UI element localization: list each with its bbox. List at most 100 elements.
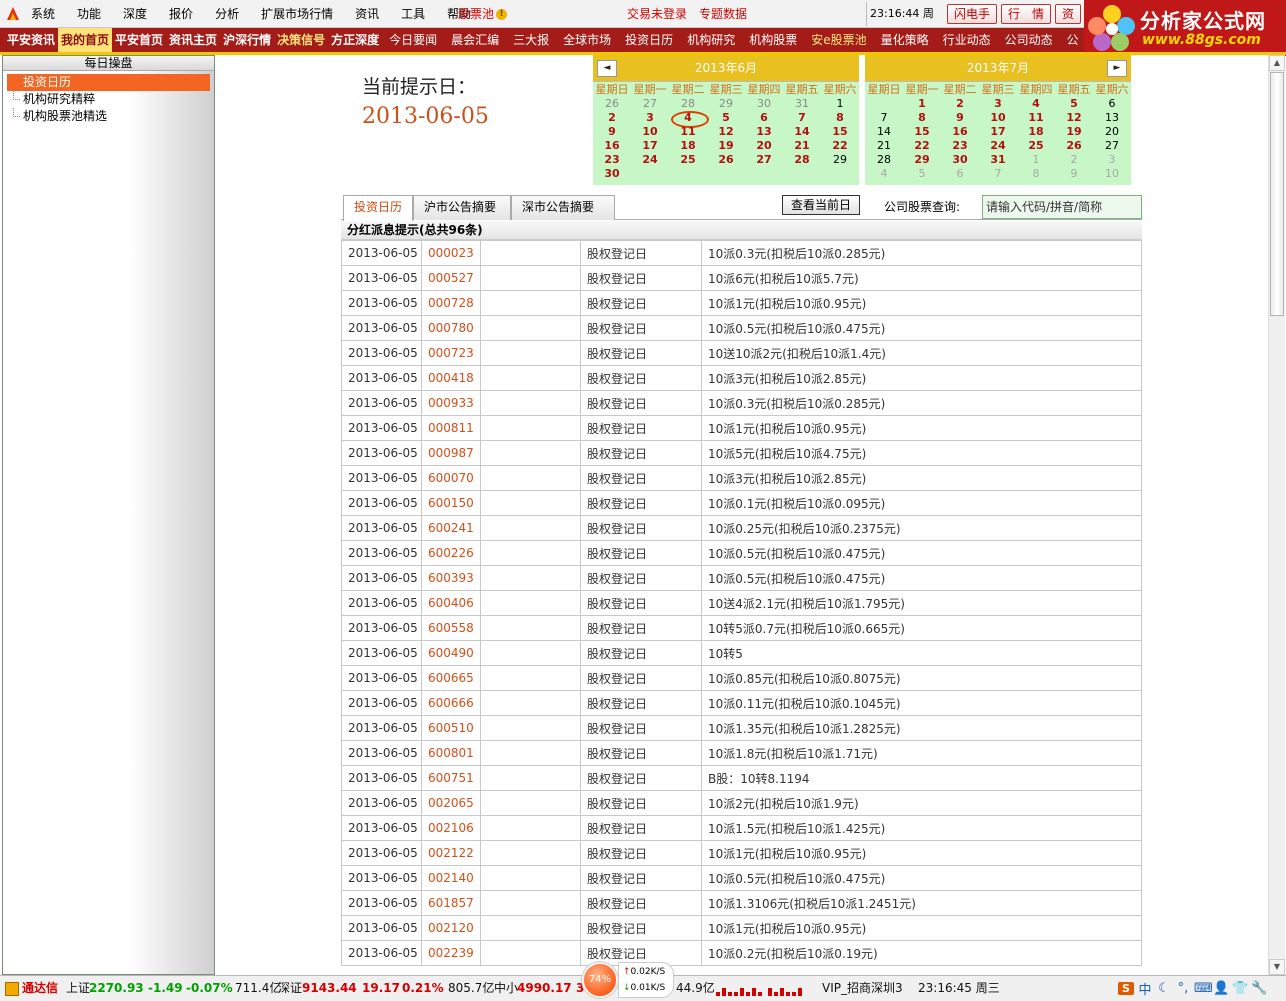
calendar-day[interactable]: 31 [979,153,1017,167]
row-stock-code[interactable]: 002106 [421,815,481,841]
nav-tab-industry-news[interactable]: 行业动态 [936,28,998,52]
calendar-day[interactable]: 1 [821,97,859,111]
row-stock-code[interactable]: 600393 [421,565,481,591]
calendar-day[interactable]: 5 [903,167,941,181]
calendar-day[interactable]: 8 [1017,167,1055,181]
calendar-day[interactable]: 5 [1055,97,1093,111]
calendar-day[interactable]: 27 [745,153,783,167]
calendar-day[interactable]: 8 [903,111,941,125]
calendar-day[interactable]: 6 [1093,97,1131,111]
calendar-day[interactable]: 2 [941,97,979,111]
tab-sh-announcements[interactable]: 沪市公告摘要 [413,195,511,220]
calendar-day[interactable]: 11 [1017,111,1055,125]
calendar-day[interactable]: 24 [979,139,1017,153]
nav-tab-company-more[interactable]: 公 [1060,28,1084,52]
calendar-day[interactable]: 24 [631,153,669,167]
calendar-day[interactable]: 29 [903,153,941,167]
moon-icon[interactable]: ☾ [1156,981,1172,996]
keyboard-icon[interactable]: ⌨ [1194,981,1213,996]
row-stock-code[interactable]: 000418 [421,365,481,391]
status-server[interactable]: VIP_招商深圳3 [822,976,903,1000]
calendar-day[interactable]: 3 [631,111,669,125]
calendar-day[interactable]: 22 [821,139,859,153]
calendar-day[interactable]: 16 [593,139,631,153]
info-button[interactable]: 资 [1055,4,1081,24]
row-stock-code[interactable]: 600665 [421,665,481,691]
menu-tools[interactable]: 工具 [390,0,436,28]
row-stock-code[interactable]: 600490 [421,640,481,666]
calendar-day[interactable]: 10 [1093,167,1131,181]
shirt-icon[interactable]: 👕 [1232,981,1248,996]
menu-system[interactable]: 系统 [20,0,66,28]
row-stock-code[interactable]: 002065 [421,790,481,816]
sogou-s-icon[interactable]: S [1118,981,1134,995]
nav-tab-investment-calendar[interactable]: 投资日历 [618,28,680,52]
calendar-day[interactable]: 14 [865,125,903,139]
nav-tab-hs-quotes[interactable]: 沪深行情 [220,28,274,52]
calendar-day[interactable]: 7 [783,111,821,125]
calendar-day[interactable]: 31 [783,97,821,111]
calendar-day[interactable]: 20 [745,139,783,153]
nav-tab-pingan-home[interactable]: 平安首页 [112,28,166,52]
nav-tab-today-news[interactable]: 今日要闻 [382,28,444,52]
menu-function[interactable]: 功能 [66,0,112,28]
row-stock-code[interactable]: 000023 [421,240,481,266]
row-stock-code[interactable]: 000780 [421,315,481,341]
calendar-day[interactable]: 2 [1055,153,1093,167]
row-stock-code[interactable]: 600406 [421,590,481,616]
punctuation-icon[interactable]: °, [1175,981,1191,996]
nav-tab-news-home[interactable]: 资讯主页 [166,28,220,52]
calendar-day[interactable]: 23 [593,153,631,167]
calendar-day[interactable]: 19 [1055,125,1093,139]
nav-tab-three-papers[interactable]: 三大报 [506,28,556,52]
menu-extended-market[interactable]: 扩展市场行情 [250,0,344,28]
calendar-day[interactable]: 30 [941,153,979,167]
calendar-day[interactable]: 27 [1093,139,1131,153]
calendar-day[interactable]: 30 [745,97,783,111]
calendar-day[interactable]: 18 [669,139,707,153]
row-stock-code[interactable]: 002122 [421,840,481,866]
row-stock-code[interactable]: 600150 [421,490,481,516]
calendar-day[interactable]: 9 [593,125,631,139]
tab-investment-calendar[interactable]: 投资日历 [343,195,413,221]
calendar-day[interactable]: 28 [783,153,821,167]
calendar-day[interactable]: 28 [669,97,707,111]
calendar-day[interactable]: 12 [707,125,745,139]
sidebar-item-institution-research[interactable]: 机构研究精粹 [3,91,214,108]
calendar-day[interactable]: 27 [631,97,669,111]
nav-tab-quant-strategy[interactable]: 量化策略 [874,28,936,52]
stock-query-input[interactable] [982,195,1142,219]
row-stock-code[interactable]: 002239 [421,940,481,966]
calendar-day[interactable]: 29 [821,153,859,167]
menu-analysis[interactable]: 分析 [204,0,250,28]
nav-tab-my-home[interactable]: 我的首页 [58,28,113,52]
calendar-day[interactable]: 4 [865,167,903,181]
row-stock-code[interactable]: 600801 [421,740,481,766]
trade-login-status[interactable]: 交易未登录 [627,0,687,28]
calendar-day[interactable]: 6 [745,111,783,125]
calendar-day[interactable]: 21 [783,139,821,153]
wrench-icon[interactable]: 🔧 [1251,981,1267,996]
calendar-day[interactable]: 18 [1017,125,1055,139]
row-stock-code[interactable]: 000527 [421,265,481,291]
nav-tab-institution-research[interactable]: 机构研究 [680,28,742,52]
calendar-day[interactable]: 25 [1017,139,1055,153]
chinese-mode-icon[interactable]: 中 [1137,979,1153,998]
row-stock-code[interactable]: 000723 [421,340,481,366]
calendar-day[interactable]: 2 [593,111,631,125]
calendar-day[interactable]: 8 [821,111,859,125]
calendar-day[interactable]: 10 [631,125,669,139]
calendar-next-button[interactable]: ► [1107,60,1127,77]
calendar-day[interactable]: 19 [707,139,745,153]
menu-quote[interactable]: 报价 [158,0,204,28]
calendar-day[interactable]: 16 [941,125,979,139]
row-stock-code[interactable]: 000987 [421,440,481,466]
calendar-day[interactable]: 3 [979,97,1017,111]
tab-sz-announcements[interactable]: 深市公告摘要 [511,195,615,220]
row-stock-code[interactable]: 600666 [421,690,481,716]
calendar-day[interactable]: 26 [1055,139,1093,153]
calendar-day[interactable]: 14 [783,125,821,139]
nav-tab-pingan-news[interactable]: 平安资讯 [4,28,58,52]
row-stock-code[interactable]: 600070 [421,465,481,491]
calendar-day[interactable]: 23 [941,139,979,153]
